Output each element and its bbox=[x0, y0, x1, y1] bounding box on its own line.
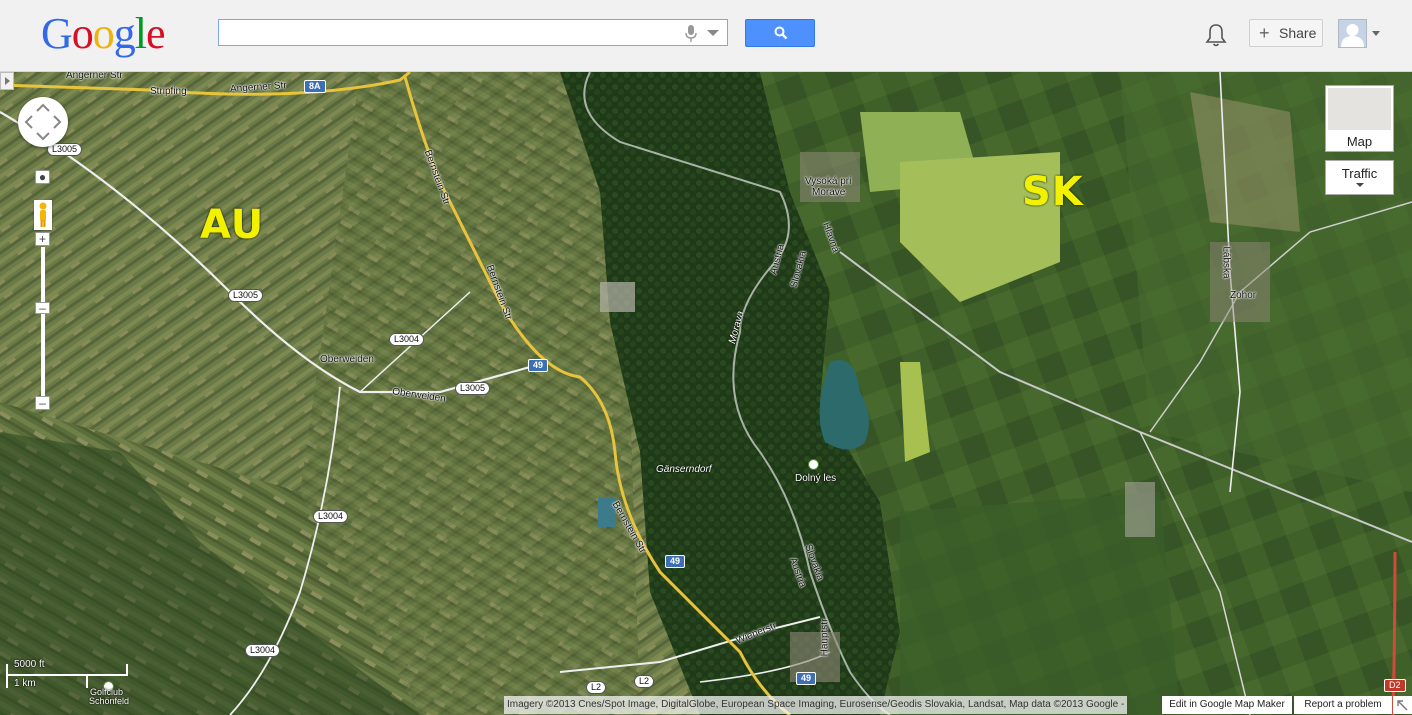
search-button[interactable] bbox=[745, 19, 815, 47]
logo-letter: o bbox=[71, 9, 94, 58]
logo-letter: e bbox=[146, 9, 166, 58]
poi-marker-icon[interactable] bbox=[808, 459, 819, 470]
satellite-map[interactable]: AU SK Angerner Str Stripfing Angerner St… bbox=[0, 72, 1412, 715]
share-label: Share bbox=[1279, 25, 1317, 41]
zoom-in-button[interactable]: + bbox=[35, 232, 50, 246]
zoom-out-button[interactable]: – bbox=[35, 396, 50, 410]
route-shield: 49 bbox=[796, 672, 817, 685]
account-menu-caret-icon[interactable] bbox=[1372, 31, 1380, 36]
plus-icon: + bbox=[1259, 23, 1270, 43]
search-options-arrow-icon[interactable] bbox=[707, 30, 719, 36]
report-problem-link[interactable]: Report a problem bbox=[1294, 696, 1392, 714]
logo-letter: l bbox=[134, 9, 147, 58]
place-label: Dolný les bbox=[795, 473, 837, 484]
pan-arrows-icon bbox=[24, 103, 62, 141]
route-shield: L3004 bbox=[245, 644, 281, 657]
traffic-layer-button[interactable]: Traffic bbox=[1325, 160, 1394, 195]
expand-corner-icon[interactable] bbox=[1393, 696, 1412, 714]
place-label: Morave bbox=[812, 187, 846, 198]
street-label: Hauptstr bbox=[819, 618, 831, 657]
route-shield: L2 bbox=[586, 681, 607, 694]
logo-letter: o bbox=[92, 9, 115, 58]
street-label: Lábska bbox=[1220, 246, 1232, 279]
share-button[interactable]: + Share bbox=[1249, 19, 1323, 47]
notification-bell-icon[interactable] bbox=[1205, 22, 1227, 48]
place-label: Schönfeld bbox=[89, 696, 130, 706]
place-label: Vysoká pri bbox=[805, 176, 852, 187]
edit-in-map-maker-link[interactable]: Edit in Google Map Maker bbox=[1162, 696, 1292, 714]
zoom-slider-track[interactable] bbox=[41, 247, 45, 397]
place-label: Oberweiden bbox=[320, 354, 374, 365]
route-shield: 49 bbox=[528, 359, 549, 372]
zoom-level-marker-icon[interactable]: ● bbox=[35, 170, 50, 184]
route-shield: 49 bbox=[665, 555, 686, 568]
satellite-imagery bbox=[0, 72, 1412, 715]
map-layer-label: Map bbox=[1346, 134, 1373, 149]
place-label: Zohor bbox=[1230, 290, 1257, 301]
side-panel-toggle[interactable] bbox=[0, 72, 14, 90]
scale-km-label: 1 km bbox=[14, 678, 36, 689]
route-shield: D2 bbox=[1384, 679, 1406, 692]
route-shield: L3005 bbox=[455, 382, 491, 395]
street-view-pegman-icon[interactable] bbox=[34, 200, 52, 230]
route-shield: L2 bbox=[634, 675, 655, 688]
logo-letter: G bbox=[41, 9, 73, 58]
country-label-austria: AU bbox=[200, 202, 265, 248]
map-thumbnail bbox=[1328, 88, 1391, 130]
district-label: Gänserndorf bbox=[656, 464, 712, 475]
street-label: Stripfing bbox=[150, 86, 187, 97]
route-shield: L3005 bbox=[228, 289, 264, 302]
traffic-label: Traffic bbox=[1341, 166, 1378, 181]
route-shield: L3004 bbox=[313, 510, 349, 523]
map-layer-button[interactable]: Map bbox=[1325, 85, 1394, 152]
microphone-icon[interactable] bbox=[685, 25, 697, 42]
pan-control[interactable] bbox=[18, 97, 68, 147]
imagery-attribution: Imagery ©2013 Cnes/Spot Image, DigitalGl… bbox=[504, 696, 1128, 714]
logo-letter: g bbox=[113, 9, 136, 58]
scale-feet-label: 5000 ft bbox=[14, 659, 45, 670]
zoom-slider-handle[interactable]: – bbox=[35, 302, 50, 314]
google-logo[interactable]: Google bbox=[41, 9, 166, 58]
avatar[interactable] bbox=[1338, 19, 1367, 48]
route-shield: L3004 bbox=[389, 333, 425, 346]
country-label-slovakia: SK bbox=[1022, 169, 1084, 215]
scale-bar: 5000 ft 1 km bbox=[6, 658, 130, 690]
street-label: Angerner Str bbox=[66, 72, 123, 81]
route-shield: 8A bbox=[304, 80, 326, 93]
top-header: Google + Share bbox=[0, 0, 1412, 72]
search-icon bbox=[774, 26, 788, 40]
expand-arrow-icon bbox=[5, 77, 10, 85]
user-silhouette-icon bbox=[1341, 24, 1364, 47]
search-input[interactable] bbox=[218, 19, 728, 46]
dropdown-arrow-icon bbox=[1355, 183, 1364, 187]
